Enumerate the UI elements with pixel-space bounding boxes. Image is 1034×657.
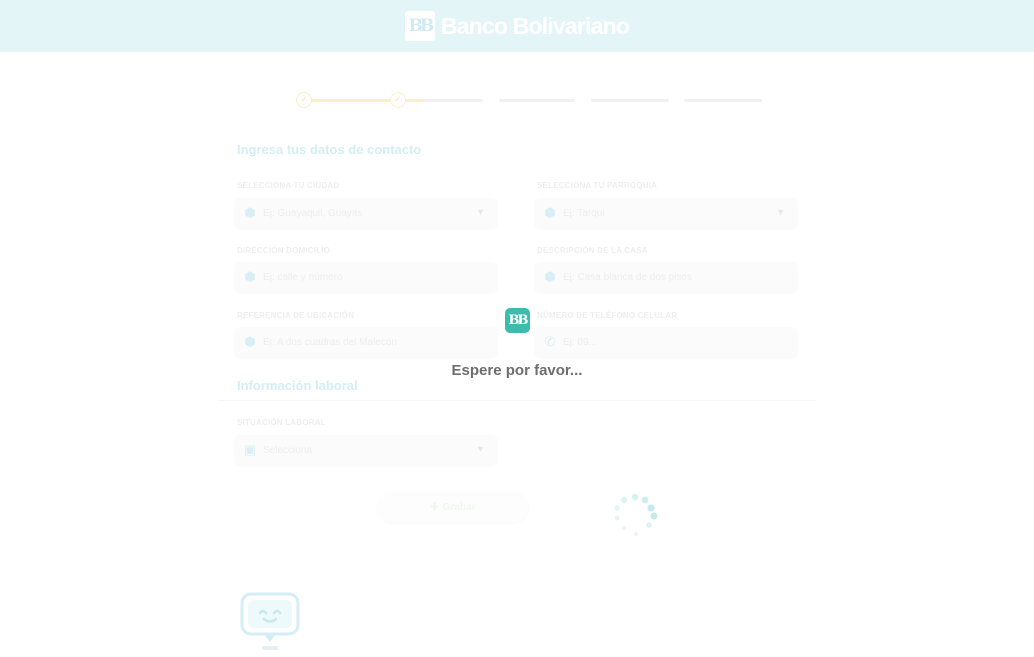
chevron-down-icon: ▼ [476, 207, 485, 217]
loader-logo-icon: BB [505, 308, 530, 333]
section-divider [218, 400, 816, 401]
chatbot-assistant-icon[interactable] [238, 592, 302, 654]
work-section-title: Información laboral [237, 378, 358, 393]
field-placeholder: Ej: calle y número [263, 271, 343, 283]
map-pin-icon: ⬢ [244, 269, 256, 284]
city-select[interactable]: ⬢ Ej: Guayaquil, Guayas ▼ [235, 198, 497, 228]
location-reference-input[interactable]: ⬢ Ej: A dos cuadras del Malecón [235, 327, 497, 357]
address-input[interactable]: ⬢ Ej: calle y número [235, 262, 497, 292]
field-label: SELECCIONA TU CIUDAD [237, 181, 340, 190]
field-placeholder: Ej: Guayaquil, Guayas [263, 207, 363, 219]
step-connector [426, 99, 483, 102]
step-complete-check-icon: ✓ [390, 92, 406, 108]
save-button-label: Grabar [442, 501, 476, 513]
bank-logo-icon: BB [404, 11, 435, 41]
step-connector [684, 99, 762, 102]
field-label: REFERENCIA DE UBICACIÓN [237, 311, 355, 320]
save-button[interactable]: ✚ Grabar [378, 492, 528, 522]
header-bar: BB Banco Bolivariano [0, 0, 1034, 52]
chevron-down-icon: ▼ [476, 444, 485, 454]
field-placeholder: Ej: 09... [563, 336, 597, 348]
phone-icon: ✆ [544, 334, 556, 349]
step-connector [304, 99, 398, 102]
brand-name: Banco Bolivariano [440, 12, 630, 39]
parish-select[interactable]: ⬢ Ej: Tarqui ▼ [535, 198, 797, 228]
form-section-title: Ingresa tus datos de contacto [237, 142, 422, 157]
employment-status-select[interactable]: ▣ Selecciona ▼ [235, 435, 497, 465]
save-icon: ✚ [430, 501, 439, 513]
field-label: DIRECCIÓN DOMICILIO [237, 246, 331, 255]
loading-spinner-icon [614, 493, 658, 536]
progress-stepper: ✓ ✓ [296, 92, 786, 108]
step-complete-check-icon: ✓ [296, 92, 312, 108]
contact-form-page: ✓ ✓ Ingresa tus datos de contacto SELECC… [0, 52, 1034, 657]
field-label: DESCRIPCIÓN DE LA CASA [537, 246, 648, 255]
step-connector [591, 99, 669, 102]
briefcase-icon: ▣ [243, 442, 257, 457]
map-pin-icon: ⬢ [544, 205, 556, 220]
field-placeholder: Ej: A dos cuadras del Malecón [263, 336, 397, 348]
chevron-down-icon: ▼ [776, 207, 785, 217]
field-label: SITUACIÓN LABORAL [237, 418, 326, 427]
loading-message: Espere por favor... [451, 362, 583, 379]
field-label: SELECCIONA TU PARROQUIA [537, 181, 658, 190]
field-label: NÚMERO DE TELÉFONO CELULAR [537, 311, 678, 320]
field-placeholder: Ej: Tarqui [563, 207, 605, 219]
brand-logo: BB Banco Bolivariano [404, 11, 630, 41]
house-description-input[interactable]: ⬢ Ej: Casa blanca de dos pisos [535, 262, 797, 292]
map-pin-icon: ⬢ [544, 269, 556, 284]
field-placeholder: Ej: Casa blanca de dos pisos [563, 271, 692, 283]
step-connector [499, 99, 575, 102]
field-placeholder: Selecciona [263, 444, 312, 456]
mobile-phone-input[interactable]: ✆ Ej: 09... [535, 327, 797, 357]
map-pin-icon: ⬢ [244, 205, 256, 220]
map-pin-icon: ⬢ [244, 334, 256, 349]
